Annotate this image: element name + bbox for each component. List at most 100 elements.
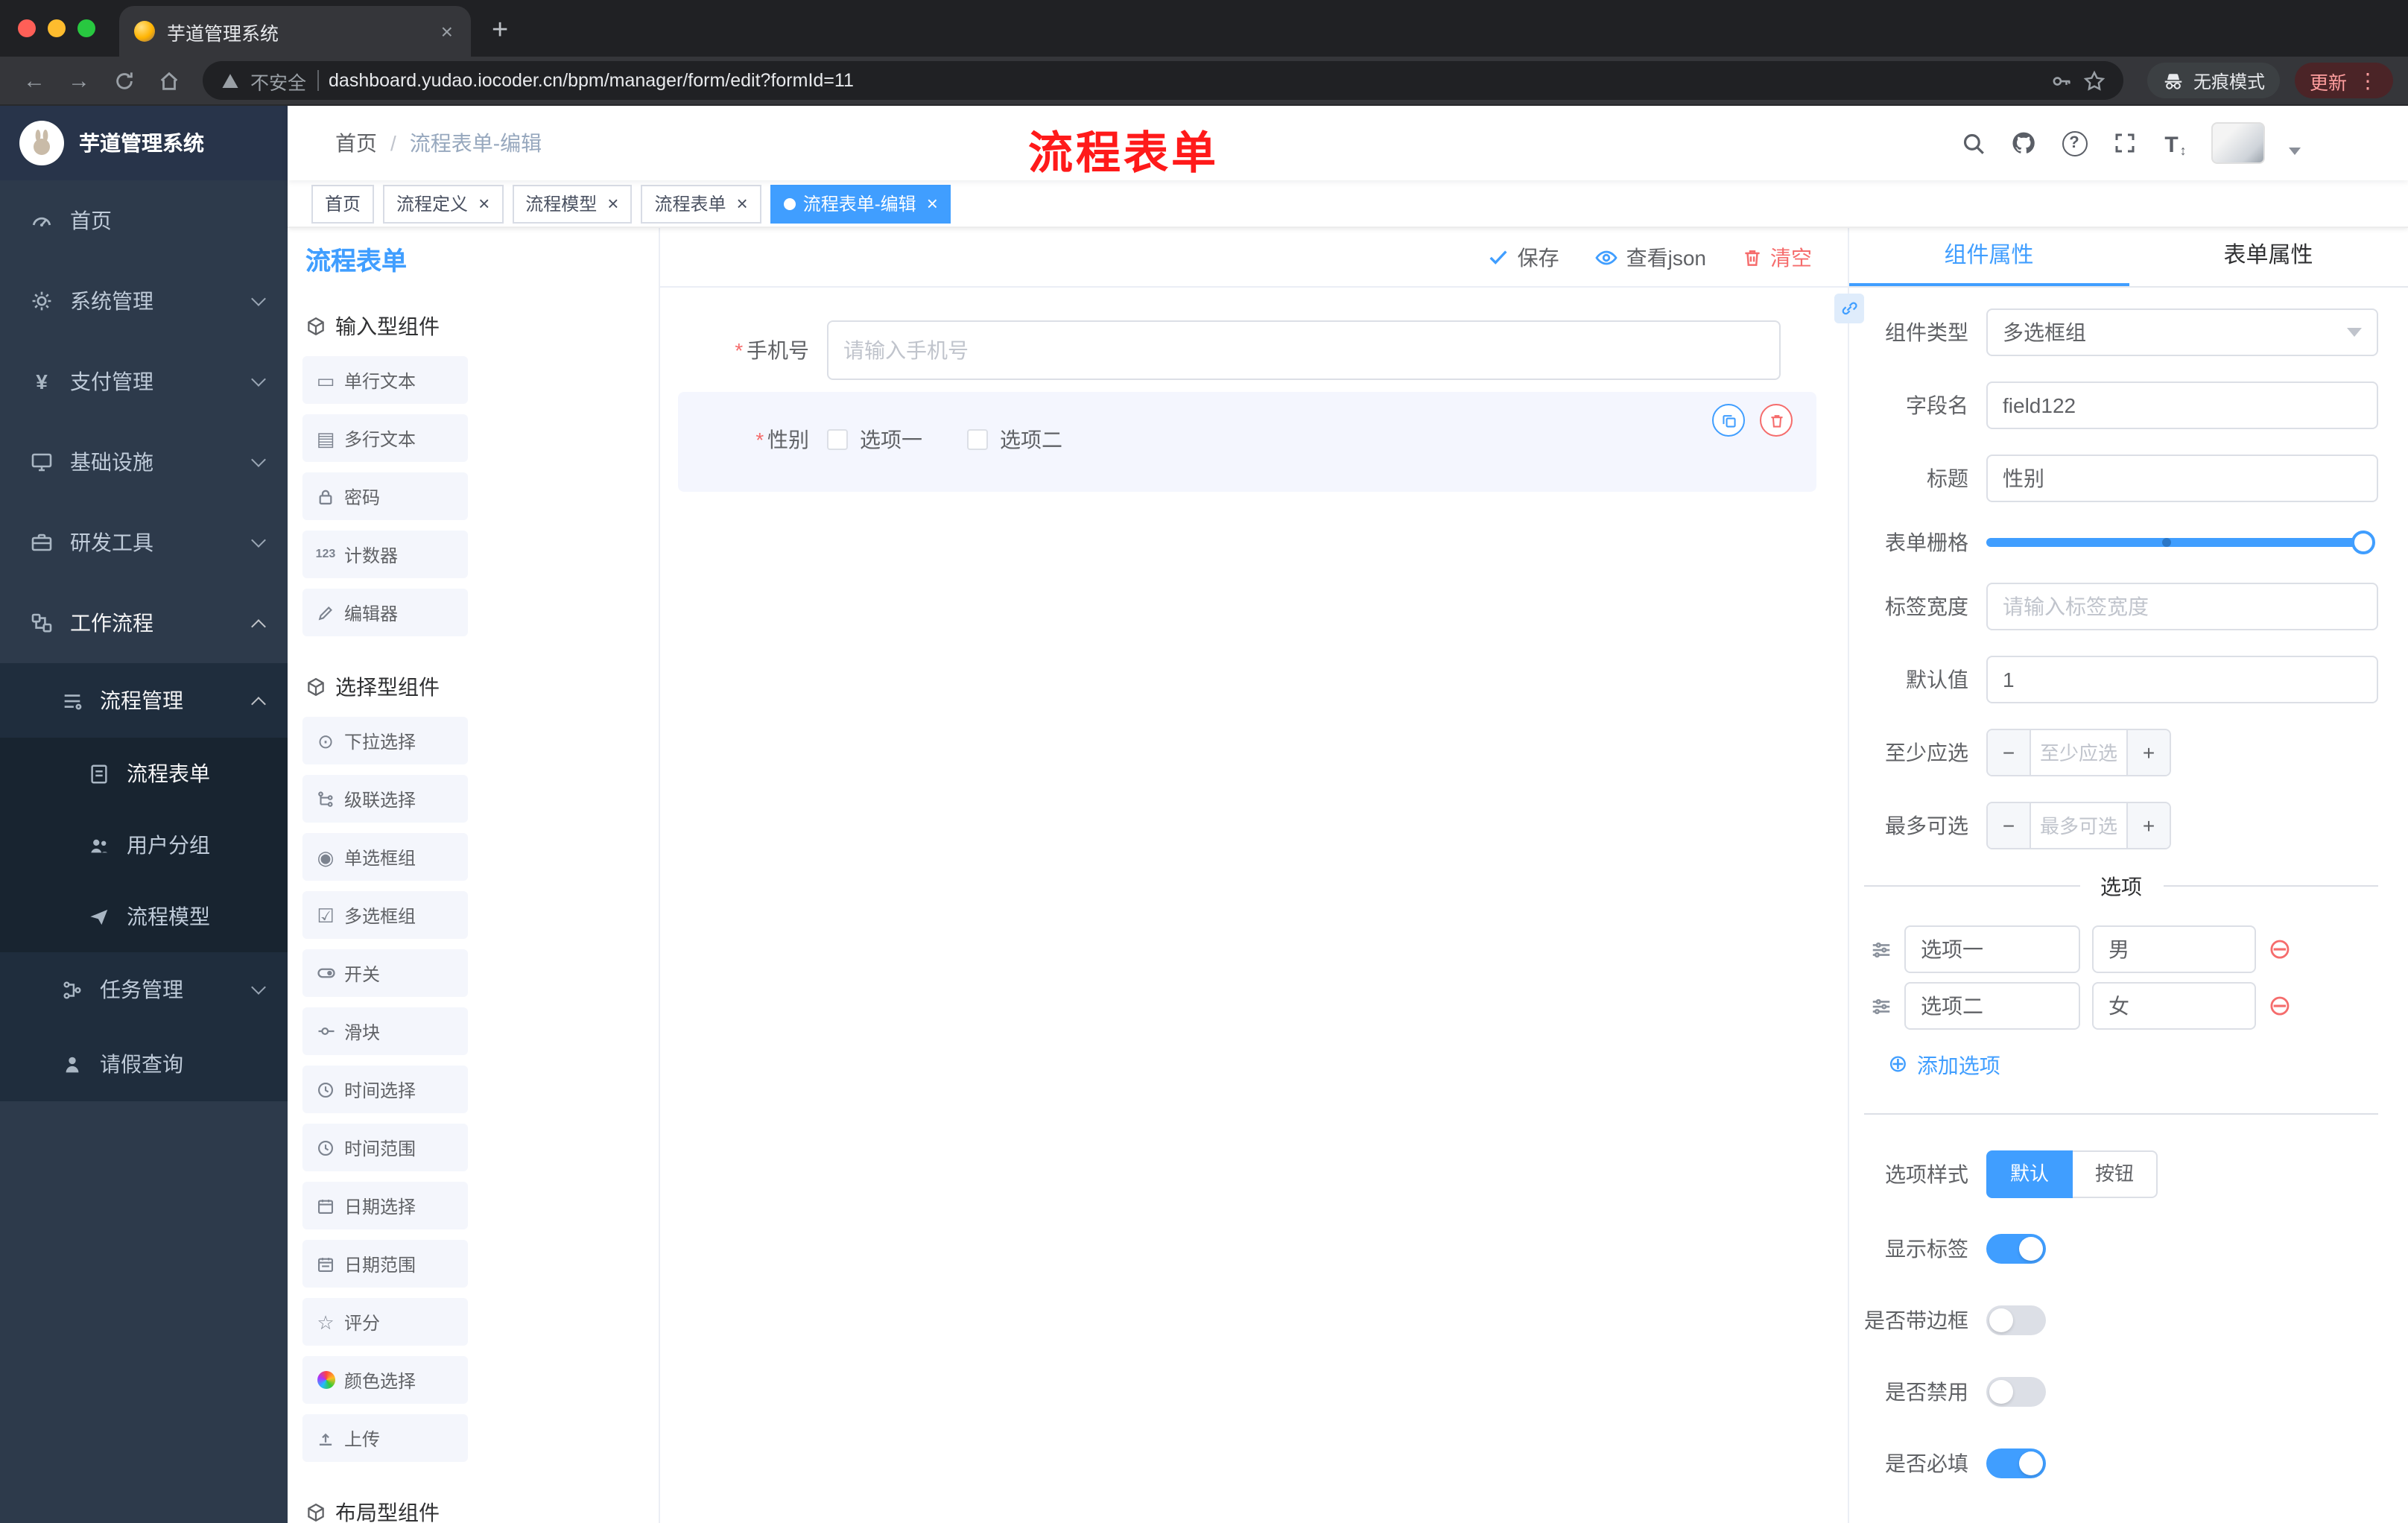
palette-item-checkbox-group[interactable]: ☑ 多选框组 [302,891,468,939]
avatar-caret-icon[interactable] [2289,147,2301,154]
tag-close-icon[interactable]: × [604,194,618,213]
bookmark-star-icon[interactable] [2083,69,2106,92]
link-icon[interactable] [1834,294,1864,323]
border-switch[interactable] [1986,1305,2046,1335]
tab-form-props[interactable]: 表单属性 [2129,228,2408,286]
github-icon[interactable] [2009,128,2038,158]
sidebar-item-system[interactable]: 系统管理 [0,261,288,341]
tag-close-icon[interactable]: × [475,194,489,213]
remove-option-icon[interactable]: ⊖ [2268,992,2292,1020]
palette-item-color-picker[interactable]: 颜色选择 [302,1356,468,1404]
sidebar-item-task-management[interactable]: 任务管理 [0,952,288,1027]
breadcrumb-home[interactable]: 首页 [335,128,377,158]
maximize-window-button[interactable] [77,19,95,37]
password-key-icon[interactable] [2050,69,2073,92]
remove-option-icon[interactable]: ⊖ [2268,935,2292,963]
tag-close-icon[interactable]: × [924,194,938,213]
sidebar-item-leave-query[interactable]: 请假查询 [0,1027,288,1101]
field-name-input[interactable] [1986,381,2378,429]
new-tab-button[interactable]: + [492,16,508,45]
default-value-input[interactable] [1986,656,2378,703]
component-type-select[interactable]: 多选框组 [1986,308,2378,356]
clear-button[interactable]: 清空 [1742,242,1812,272]
back-icon[interactable]: ← [15,61,54,100]
forward-icon[interactable]: → [60,61,98,100]
update-label[interactable]: 更新 [2310,66,2347,95]
address-bar[interactable]: 不安全 dashboard.yudao.iocoder.cn/bpm/manag… [203,61,2123,100]
show-label-switch[interactable] [1986,1234,2046,1264]
phone-input[interactable] [827,320,1781,380]
decrease-button[interactable]: − [1988,730,2031,775]
sidebar-item-payment[interactable]: ¥ 支付管理 [0,341,288,422]
label-width-input[interactable] [1986,583,2378,630]
checkbox-box[interactable] [967,429,988,450]
tag-process-model[interactable]: 流程模型 × [512,184,633,223]
tag-process-form-edit[interactable]: 流程表单-编辑 × [770,184,951,223]
sidebar-item-process-management[interactable]: 流程管理 [0,663,288,738]
palette-item-multi-line-text[interactable]: ▤ 多行文本 [302,414,468,462]
tab-close-icon[interactable]: × [438,19,456,43]
option-style-button[interactable]: 按钮 [2073,1150,2158,1198]
title-input[interactable] [1986,455,2378,502]
form-canvas[interactable]: * 手机号 请输入手机号 * 性别 选项一 选项二 [660,288,1848,1523]
palette-item-slider[interactable]: 滑块 [302,1007,468,1055]
user-avatar[interactable] [2211,122,2265,164]
selected-component-gender[interactable]: * 性别 选项一 选项二 [678,392,1816,492]
tag-close-icon[interactable]: × [734,194,748,213]
drag-handle-icon[interactable] [1870,938,1892,960]
sidebar-item-user-group[interactable]: 用户分组 [0,809,288,881]
drag-handle-icon[interactable] [1870,995,1892,1017]
canvas-field-phone[interactable]: * 手机号 [678,320,1848,380]
search-icon[interactable] [1958,128,1988,158]
font-size-icon[interactable]: T ↕ [2161,128,2190,158]
palette-item-editor[interactable]: 编辑器 [302,589,468,636]
copy-component-button[interactable] [1712,404,1745,437]
palette-item-select[interactable]: ⊙ 下拉选择 [302,717,468,764]
security-label[interactable]: 不安全 [250,66,306,95]
palette-item-radio-group[interactable]: ◉ 单选框组 [302,833,468,881]
minimize-window-button[interactable] [48,19,66,37]
browser-update-button[interactable]: 更新 ⋮ [2294,63,2393,98]
checkbox-box[interactable] [827,429,848,450]
help-icon[interactable]: ? [2059,128,2089,158]
option-value-input[interactable] [2092,982,2256,1030]
view-json-button[interactable]: 查看json [1595,242,1706,272]
tag-process-form[interactable]: 流程表单 × [641,184,761,223]
palette-item-cascader[interactable]: 级联选择 [302,775,468,823]
palette-item-date-picker[interactable]: 日期选择 [302,1182,468,1229]
max-select-input[interactable] [2031,803,2126,848]
checkbox-option-1[interactable]: 选项一 [827,425,922,455]
palette-item-switch[interactable]: 开关 [302,949,468,997]
increase-button[interactable]: + [2126,803,2170,848]
sidebar-item-process-form[interactable]: 流程表单 [0,738,288,809]
url-text[interactable]: dashboard.yudao.iocoder.cn/bpm/manager/f… [329,70,2040,91]
required-switch[interactable] [1986,1448,2046,1478]
palette-item-upload[interactable]: 上传 [302,1414,468,1462]
option-value-input[interactable] [2092,925,2256,973]
sidebar-logo[interactable]: 芋道管理系统 [0,106,288,180]
browser-menu-icon[interactable]: ⋮ [2357,68,2378,93]
option-style-default[interactable]: 默认 [1986,1150,2073,1198]
option-label-input[interactable] [1904,982,2080,1030]
checkbox-option-2[interactable]: 选项二 [967,425,1062,455]
palette-item-password[interactable]: 密码 [302,472,468,520]
sidebar-item-home[interactable]: 首页 [0,180,288,261]
palette-item-date-range[interactable]: 日期范围 [302,1240,468,1288]
sidebar-item-process-model[interactable]: 流程模型 [0,881,288,952]
increase-button[interactable]: + [2126,730,2170,775]
delete-component-button[interactable] [1760,404,1793,437]
tag-process-definition[interactable]: 流程定义 × [383,184,504,223]
disabled-switch[interactable] [1986,1377,2046,1407]
min-select-input[interactable] [2031,730,2126,775]
add-option-button[interactable]: ⊕ 添加选项 [1888,1051,2378,1080]
tab-component-props[interactable]: 组件属性 [1849,228,2129,286]
palette-item-time-picker[interactable]: 时间选择 [302,1066,468,1113]
sidebar-item-infrastructure[interactable]: 基础设施 [0,422,288,502]
sidebar-item-devtools[interactable]: 研发工具 [0,502,288,583]
grid-slider[interactable] [1986,531,2375,554]
palette-item-single-line-text[interactable]: ▭ 单行文本 [302,356,468,404]
palette-item-counter[interactable]: 123 计数器 [302,531,468,578]
fullscreen-icon[interactable] [2110,128,2140,158]
tag-home[interactable]: 首页 [311,184,375,223]
save-button[interactable]: 保存 [1488,242,1559,272]
